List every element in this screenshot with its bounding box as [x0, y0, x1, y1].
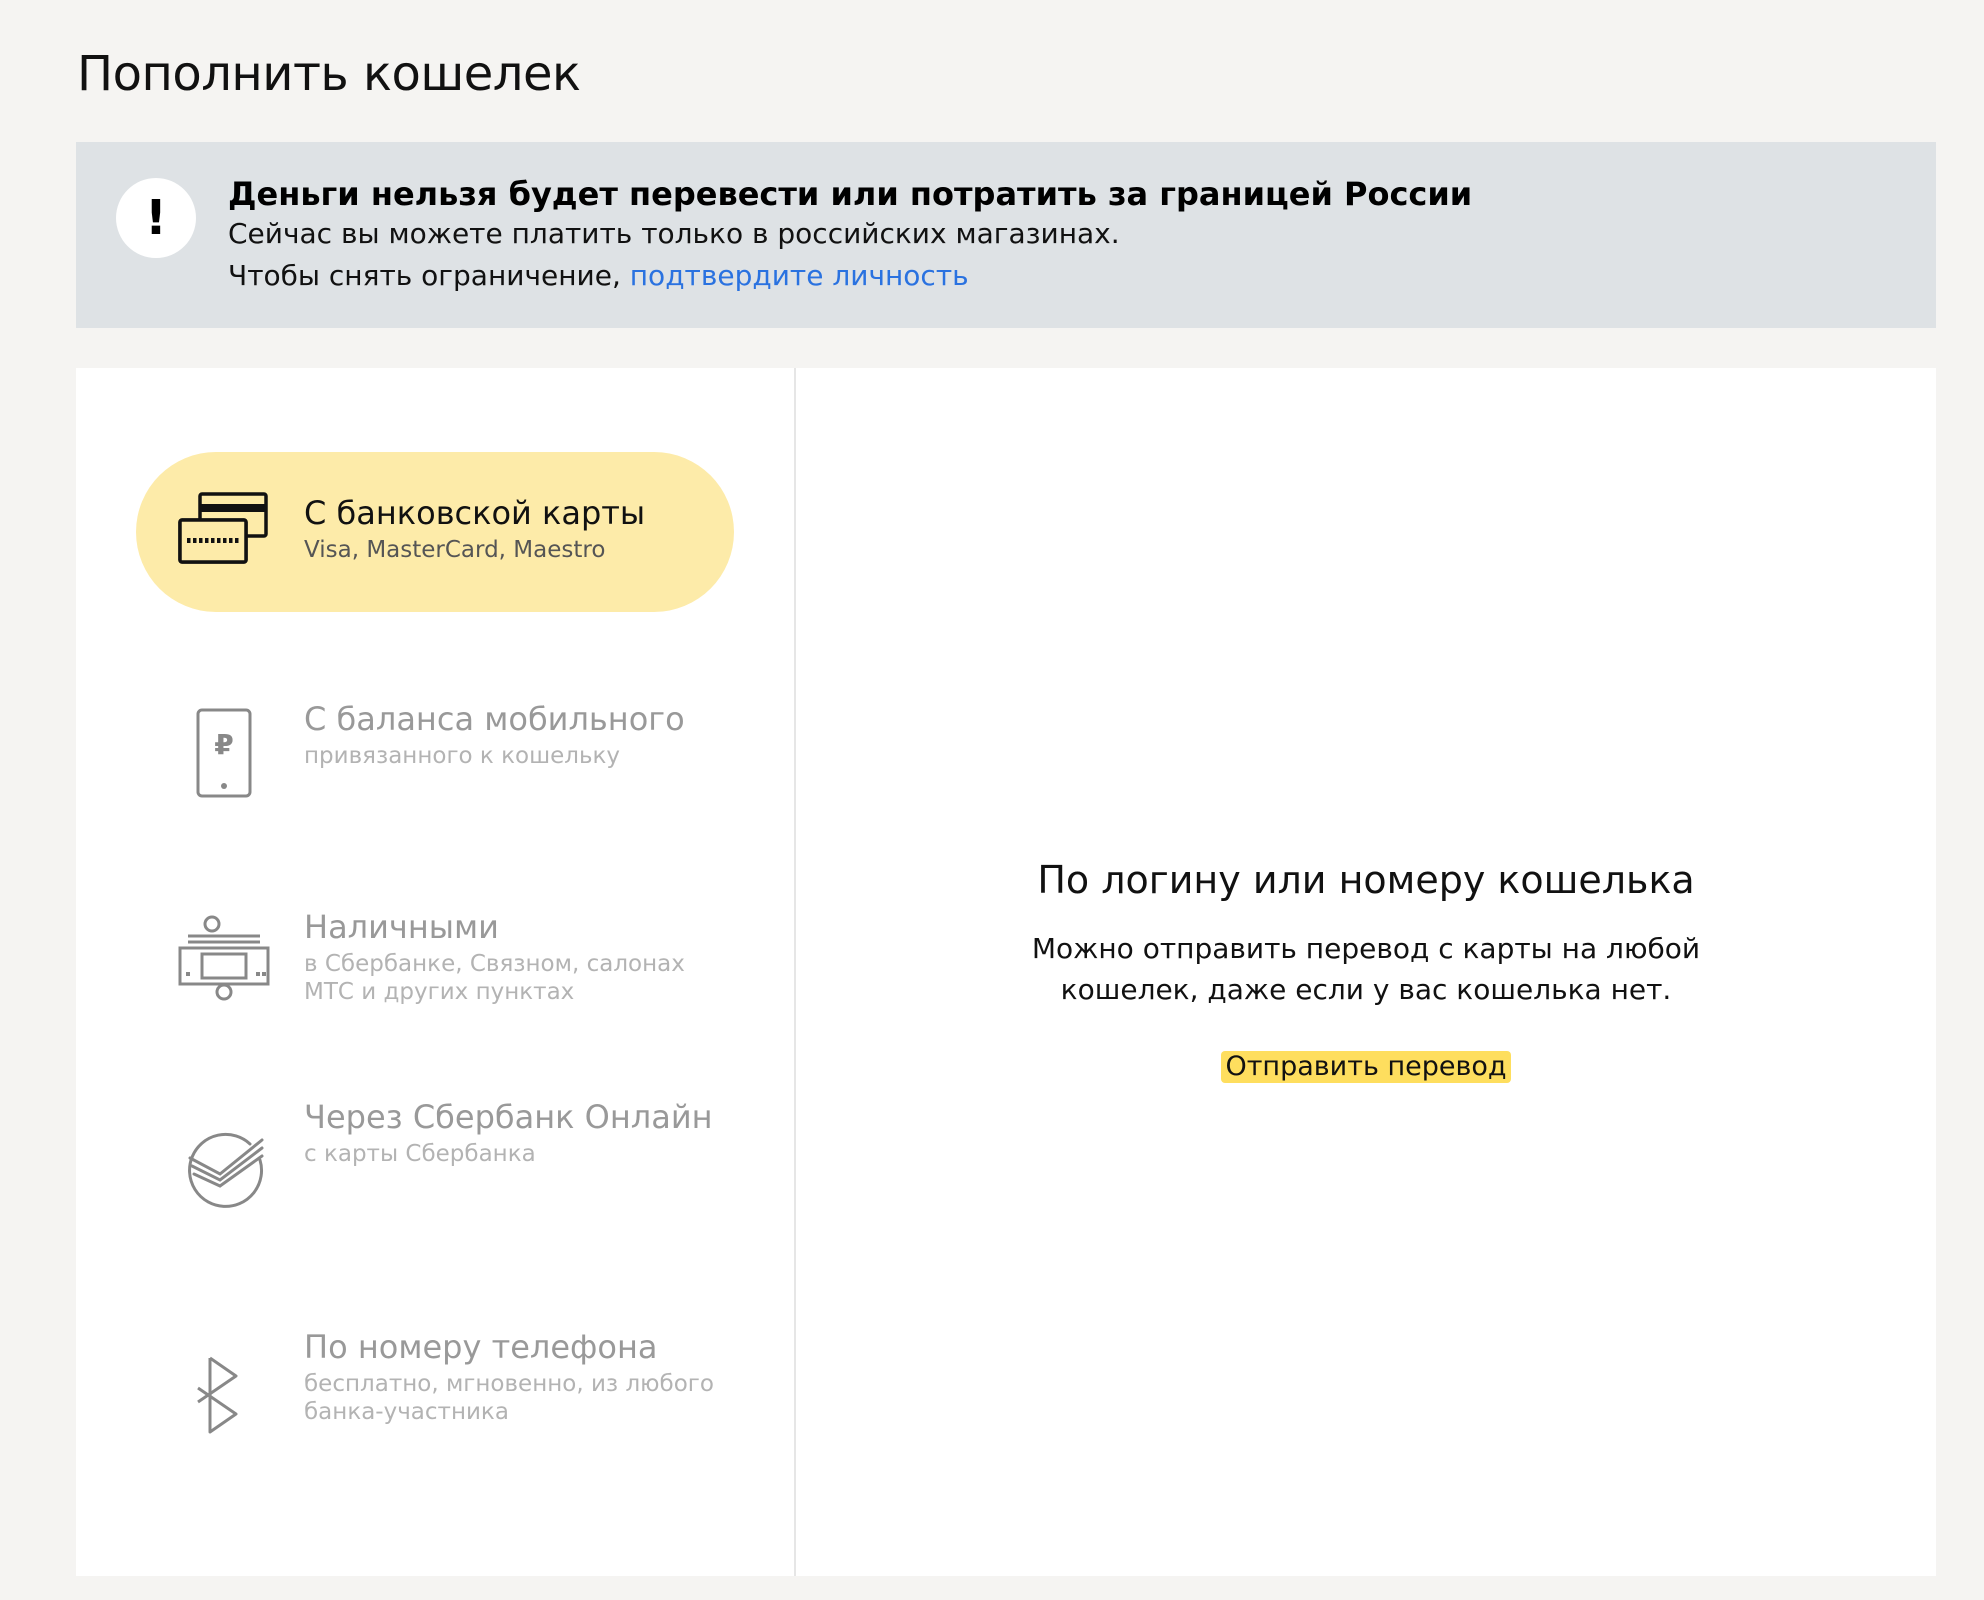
- notice-title: Деньги нельзя будет перевести или потрат…: [228, 175, 1473, 213]
- detail-description-line: кошелек, даже если у вас кошелька нет.: [1060, 973, 1672, 1006]
- page-title: Пополнить кошелек: [77, 46, 581, 102]
- method-mobile-balance[interactable]: ₽ С баланса мобильного привязанного к ко…: [136, 670, 734, 830]
- method-text: Наличными в Сбербанке, Связном, салонах …: [304, 908, 714, 1006]
- method-subtitle: привязанного к кошельку: [304, 743, 621, 769]
- method-text: По номеру телефона бесплатно, мгновенно,…: [304, 1328, 714, 1426]
- method-sberbank-online[interactable]: Через Сбербанк Онлайн с карты Сбербанка: [136, 1068, 734, 1258]
- method-subtitle: бесплатно, мгновенно, из любого банка-уч…: [304, 1371, 714, 1425]
- confirm-identity-link[interactable]: подтвердите личность: [630, 259, 969, 292]
- cash-terminal-icon: [176, 912, 272, 1008]
- method-title: По номеру телефона: [304, 1328, 658, 1366]
- top-up-panel: С банковской карты Visa, MasterCard, Mae…: [76, 368, 1936, 1576]
- method-bank-card[interactable]: С банковской карты Visa, MasterCard, Mae…: [136, 452, 734, 612]
- method-phone-number[interactable]: По номеру телефона бесплатно, мгновенно,…: [136, 1302, 734, 1482]
- method-subtitle: Visa, MasterCard, Maestro: [304, 537, 606, 563]
- svg-text:₽: ₽: [214, 728, 233, 761]
- method-title: С баланса мобильного: [304, 700, 685, 738]
- method-text: Через Сбербанк Онлайн с карты Сбербанка: [304, 1098, 714, 1168]
- send-button-wrap: Отправить перевод: [796, 1051, 1936, 1083]
- restriction-notice: ! Деньги нельзя будет перевести или потр…: [76, 142, 1936, 328]
- method-title: Через Сбербанк Онлайн: [304, 1098, 713, 1136]
- sberbank-logo-icon: [176, 1126, 272, 1222]
- method-text: С банковской карты Visa, MasterCard, Mae…: [304, 494, 714, 564]
- detail-description-line: Можно отправить перевод с карты на любой: [1031, 932, 1701, 965]
- method-subtitle: в Сбербанке, Связном, салонах МТС и друг…: [304, 951, 685, 1005]
- method-title: С банковской карты: [304, 494, 646, 532]
- exclamation-icon: !: [116, 178, 196, 258]
- sbp-logo-icon: [176, 1348, 272, 1444]
- notice-text: Сейчас вы можете платить только в россий…: [228, 217, 1120, 250]
- detail-description: Можно отправить перевод с карты на любой…: [796, 928, 1936, 1010]
- notice-text-with-link: Чтобы снять ограничение, подтвердите лич…: [228, 256, 969, 296]
- method-title: Наличными: [304, 908, 499, 946]
- send-transfer-button[interactable]: Отправить перевод: [1221, 1051, 1511, 1083]
- method-subtitle: с карты Сбербанка: [304, 1141, 536, 1167]
- mobile-phone-ruble-icon: ₽: [176, 706, 272, 802]
- notice-text-prefix: Чтобы снять ограничение,: [228, 259, 630, 292]
- method-cash[interactable]: Наличными в Сбербанке, Связном, салонах …: [136, 868, 734, 1048]
- bank-cards-icon: [176, 484, 272, 580]
- detail-title: По логину или номеру кошелька: [1037, 858, 1695, 902]
- method-text: С баланса мобильного привязанного к коше…: [304, 700, 714, 770]
